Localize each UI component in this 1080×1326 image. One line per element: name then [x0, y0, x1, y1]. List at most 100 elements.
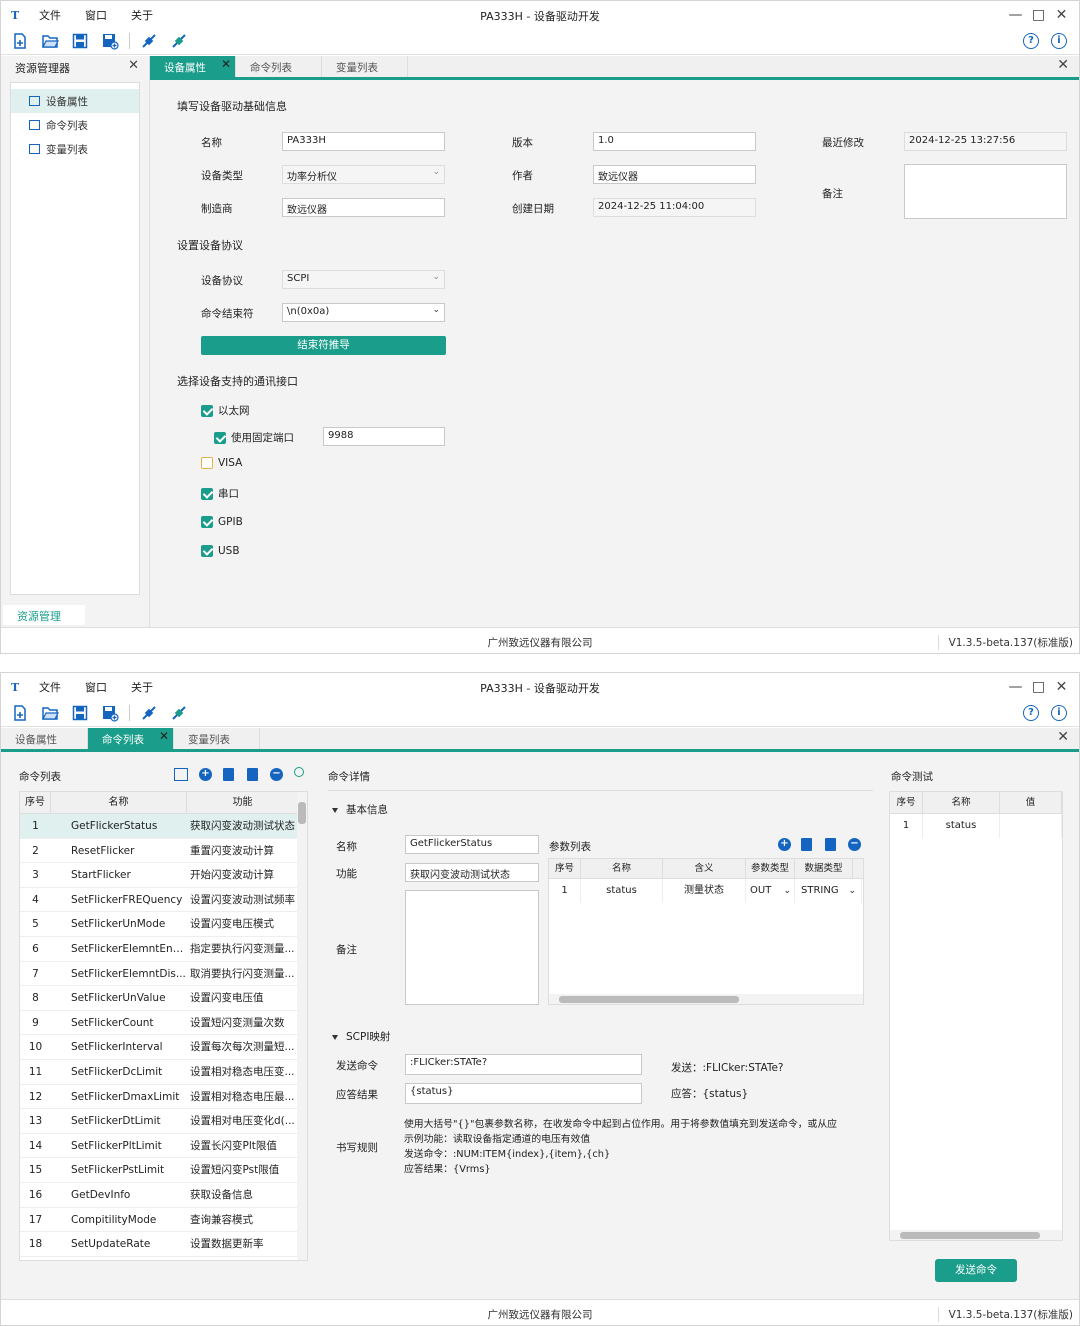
table-row[interactable]: 7 SetFlickerElemntDis... 取消要执行闪变测量... [20, 962, 307, 987]
disconnect-icon[interactable] [170, 32, 188, 50]
menu-file[interactable]: 文件 [39, 679, 61, 695]
table-row[interactable]: 5 SetFlickerUnMode 设置闪变电压模式 [20, 912, 307, 937]
save-as-icon[interactable] [101, 32, 119, 50]
tab-command-list[interactable]: 命令列表 [236, 56, 322, 77]
table-row[interactable]: 11 SetFlickerDcLimit 设置相对稳态电压变... [20, 1060, 307, 1085]
version-input[interactable]: 1.0 [593, 132, 756, 151]
menu-file[interactable]: 文件 [39, 7, 61, 23]
menu-about[interactable]: 关于 [131, 679, 153, 695]
scpi-toggle[interactable]: SCPI映射 [332, 1029, 390, 1044]
info-icon[interactable]: i [1051, 705, 1067, 721]
search-icon[interactable] [294, 767, 304, 777]
send-command-button[interactable]: 发送命令 [935, 1259, 1017, 1282]
tree-item-variable-list[interactable]: 变量列表 [11, 137, 139, 161]
save-icon[interactable] [71, 32, 89, 50]
minimize-icon[interactable]: — [1004, 677, 1027, 697]
table-row[interactable]: 12 SetFlickerDmaxLimit 设置相对稳态电压最... [20, 1085, 307, 1110]
close-icon[interactable]: ✕ [1050, 677, 1073, 697]
table-row[interactable]: 8 SetFlickerUnValue 设置闪变电压值 [20, 986, 307, 1011]
minimize-icon[interactable]: — [1004, 5, 1027, 25]
fixed-port-checkbox[interactable]: 使用固定端口 [214, 430, 294, 445]
table-row[interactable]: 1 GetFlickerStatus 获取闪变波动测试状态 [20, 814, 307, 839]
connect-icon[interactable] [140, 704, 158, 722]
add-param-icon[interactable]: + [778, 838, 791, 851]
paste-param-icon[interactable] [825, 838, 836, 851]
open-folder-icon[interactable] [41, 32, 59, 50]
param-row[interactable]: 1 status 测量状态 OUT ⌄ STRING ⌄ [549, 879, 863, 903]
tab-device-properties[interactable]: 设备属性 ✕ [150, 56, 236, 77]
tab-command-list[interactable]: 命令列表 ✕ [88, 728, 174, 749]
table-row[interactable]: 15 SetFlickerPstLimit 设置短闪变Pst限值 [20, 1158, 307, 1183]
note-textarea[interactable] [904, 164, 1067, 219]
horizontal-scrollbar[interactable] [549, 994, 863, 1004]
table-row[interactable]: 14 SetFlickerPltLimit 设置长闪变Plt限值 [20, 1134, 307, 1159]
device-type-select[interactable]: 功率分析仪 ⌄ [282, 165, 445, 184]
scrollbar-thumb[interactable] [900, 1232, 1040, 1239]
table-row[interactable]: 6 SetFlickerElemntEna... 指定要执行闪变测量... [20, 937, 307, 962]
table-row[interactable]: 3 StartFlicker 开始闪变波动计算 [20, 863, 307, 888]
save-as-icon[interactable] [101, 704, 119, 722]
table-row[interactable]: 17 CompitilityMode 查询兼容模式 [20, 1208, 307, 1233]
param-name[interactable]: status [581, 879, 663, 903]
test-value[interactable] [1000, 814, 1062, 838]
response-input[interactable]: {status} [405, 1083, 642, 1104]
remove-icon[interactable]: − [270, 768, 283, 781]
tab-device-properties[interactable]: 设备属性 [1, 728, 88, 749]
cmd-note-textarea[interactable] [405, 890, 539, 1005]
explorer-bottom-tab[interactable]: 资源管理器 [3, 605, 85, 639]
explorer-close-icon[interactable]: ✕ [128, 58, 139, 73]
param-type-select[interactable]: OUT ⌄ [746, 879, 795, 903]
table-row[interactable]: 13 SetFlickerDtLimit 设置相对电压变化d(... [20, 1109, 307, 1134]
menu-window[interactable]: 窗口 [85, 679, 107, 695]
save-icon[interactable] [71, 704, 89, 722]
close-icon[interactable]: ✕ [1050, 5, 1073, 25]
table-row[interactable]: 4 SetFlickerFREQuency 设置闪变波动测试频率 [20, 888, 307, 913]
tab-variable-list[interactable]: 变量列表 [174, 728, 260, 749]
protocol-select[interactable]: SCPI ⌄ [282, 270, 445, 289]
basic-info-toggle[interactable]: 基本信息 [332, 802, 388, 817]
maximize-icon[interactable]: □ [1027, 5, 1050, 25]
paste-icon[interactable] [247, 768, 258, 781]
maximize-icon[interactable]: □ [1027, 677, 1050, 697]
disconnect-icon[interactable] [170, 704, 188, 722]
param-meaning[interactable]: 测量状态 [663, 879, 746, 903]
table-row[interactable]: 19GetUpdateRate获取数据更新率 [20, 1257, 307, 1260]
tab-close-icon[interactable]: ✕ [221, 57, 231, 71]
terminator-select[interactable]: \n(0x0a) ⌄ [282, 303, 445, 322]
menu-window[interactable]: 窗口 [85, 7, 107, 23]
new-file-icon[interactable] [11, 704, 29, 722]
info-icon[interactable]: i [1051, 33, 1067, 49]
test-row[interactable]: 1 status [890, 814, 1062, 838]
scrollbar-thumb[interactable] [298, 802, 306, 824]
ethernet-checkbox[interactable]: 以太网 [201, 403, 250, 418]
fixed-port-input[interactable]: 9988 [323, 427, 445, 446]
tab-close-icon[interactable]: ✕ [159, 729, 169, 743]
help-icon[interactable]: ? [1023, 33, 1039, 49]
menu-about[interactable]: 关于 [131, 7, 153, 23]
add-folder-icon[interactable] [174, 768, 188, 781]
usb-checkbox[interactable]: USB [201, 545, 240, 557]
vertical-scrollbar[interactable] [297, 792, 307, 1260]
open-folder-icon[interactable] [41, 704, 59, 722]
tree-item-device-properties[interactable]: 设备属性 [11, 89, 139, 113]
data-type-select[interactable]: STRING ⌄ [795, 879, 862, 903]
cmd-function-input[interactable]: 获取闪变波动测试状态 [405, 863, 539, 882]
close-all-icon[interactable]: ✕ [1057, 729, 1069, 745]
horizontal-scrollbar[interactable] [890, 1230, 1062, 1240]
add-icon[interactable]: + [199, 768, 212, 781]
send-cmd-input[interactable]: :FLICker:STATe? [405, 1054, 642, 1075]
table-row[interactable]: 18 SetUpdateRate 设置数据更新率 [20, 1232, 307, 1257]
connect-icon[interactable] [140, 32, 158, 50]
new-file-icon[interactable] [11, 32, 29, 50]
cmd-name-input[interactable]: GetFlickerStatus [405, 835, 539, 854]
derive-terminator-button[interactable]: 结束符推导 [201, 336, 446, 355]
copy-param-icon[interactable] [801, 838, 812, 851]
name-input[interactable]: PA333H [282, 132, 445, 151]
copy-icon[interactable] [223, 768, 234, 781]
help-icon[interactable]: ? [1023, 705, 1039, 721]
author-input[interactable]: 致远仪器 [593, 165, 756, 184]
manufacturer-input[interactable]: 致远仪器 [282, 198, 445, 217]
table-row[interactable]: 2 ResetFlicker 重置闪变波动计算 [20, 839, 307, 864]
table-row[interactable]: 9 SetFlickerCount 设置短闪变测量次数 [20, 1011, 307, 1036]
table-row[interactable]: 10 SetFlickerInterval 设置每次每次测量短... [20, 1035, 307, 1060]
